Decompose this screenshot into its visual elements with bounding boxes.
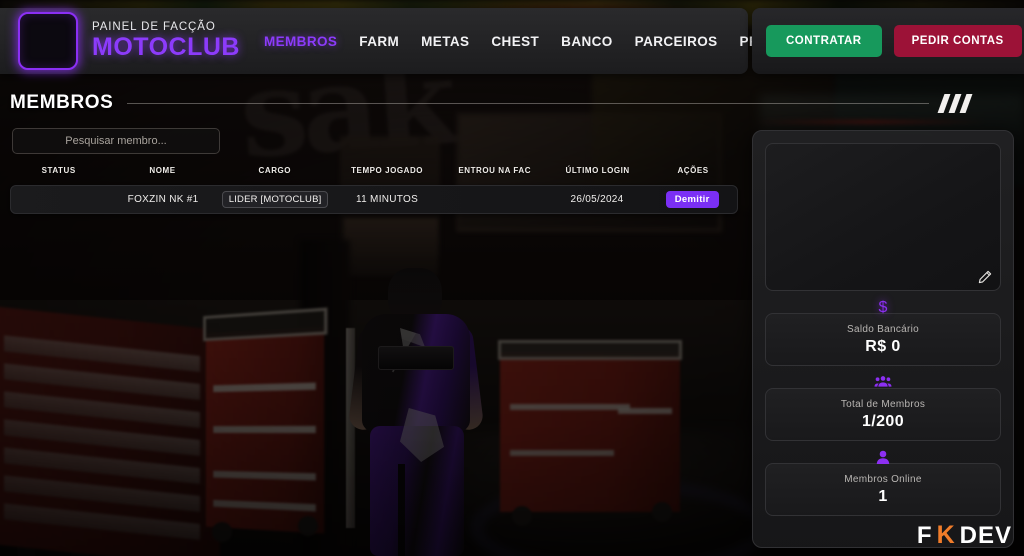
nav-item-membros[interactable]: MEMBROS [264,34,337,49]
members-table: STATUS NOME CARGO TEMPO JOGADO ENTROU NA… [10,160,738,214]
search-container [12,128,220,154]
column-header-cargo: CARGO [258,165,292,175]
stat-value: 1/200 [861,413,905,430]
member-role-cell: LIDER [MOTOCLUB] [218,191,332,208]
stat-saldo-bancario: $ Saldo Bancário R$ 0 [765,300,1001,366]
stat-value: 1 [878,488,888,505]
member-actions-cell: Demitir [647,191,737,208]
brand-block: PAINEL DE FACÇÃO MOTOCLUB [92,20,240,62]
group-users-icon [874,375,892,392]
demitir-button[interactable]: Demitir [665,191,719,208]
stat-label: Total de Membros [840,399,926,410]
stat-value: R$ 0 [865,338,901,355]
member-playtime: 11 MINUTOS [356,194,419,205]
member-name: FOXZIN NK #1 [127,194,199,205]
member-role-badge: LIDER [MOTOCLUB] [221,191,329,208]
watermark-part-1: F [916,521,933,549]
pencil-edit-icon[interactable] [978,270,992,284]
triple-slash-icon [937,93,973,113]
faction-panel-ui: PAINEL DE FACÇÃO MOTOCLUB MEMBROS FARM M… [0,0,1024,556]
stat-total-membros: Total de Membros 1/200 [765,376,1001,441]
column-header-nome: NOME [149,165,176,175]
column-header-status: STATUS [41,165,76,175]
nav-item-banco[interactable]: BANCO [561,34,613,49]
member-last-login: 26/05/2024 [570,194,624,205]
watermark-chevron-k: K [936,521,956,549]
watermark-part-2: DEV [959,521,1012,549]
column-header-ultimo-login: ÚLTIMO LOGIN [565,165,630,175]
nav-item-farm[interactable]: FARM [359,34,399,49]
nav-item-chest[interactable]: CHEST [491,34,539,49]
top-navbar: PAINEL DE FACÇÃO MOTOCLUB MEMBROS FARM M… [0,8,899,74]
header-actions: CONTRATAR PEDIR CONTAS [752,8,1024,74]
section-divider [127,102,929,104]
stat-membros-online: Membros Online 1 [765,450,1001,516]
faction-logo-placeholder[interactable] [18,12,78,70]
search-input[interactable] [12,128,220,154]
pedir-contas-button[interactable]: PEDIR CONTAS [893,25,1022,57]
faction-name: MOTOCLUB [92,33,240,62]
column-header-entrou-na-fac: ENTROU NA FAC [458,165,532,175]
column-header-acoes: AÇÕES [677,165,709,175]
faction-banner[interactable] [765,143,1001,291]
nav-item-metas[interactable]: METAS [421,34,469,49]
nav-item-parceiros[interactable]: PARCEIROS [635,34,718,49]
table-row[interactable]: FOXZIN NK #1 LIDER [MOTOCLUB] 11 MINUTOS… [10,185,738,214]
contratar-button[interactable]: CONTRATAR [766,25,882,57]
table-header-row: STATUS NOME CARGO TEMPO JOGADO ENTROU NA… [10,160,738,180]
dollar-icon: $ [878,299,888,316]
stat-label: Saldo Bancário [846,324,920,335]
single-user-icon [876,450,890,468]
faction-sidebar: $ Saldo Bancário R$ 0 Total de Membros 1… [752,130,1014,548]
section-header: MEMBROS [10,92,995,114]
page-title: MEMBROS [10,92,114,113]
fkdev-watermark: F K DEV [917,523,1012,548]
stat-label: Membros Online [844,474,922,485]
panel-subtitle: PAINEL DE FACÇÃO [92,20,216,33]
column-header-tempo-jogado: TEMPO JOGADO [351,165,424,175]
